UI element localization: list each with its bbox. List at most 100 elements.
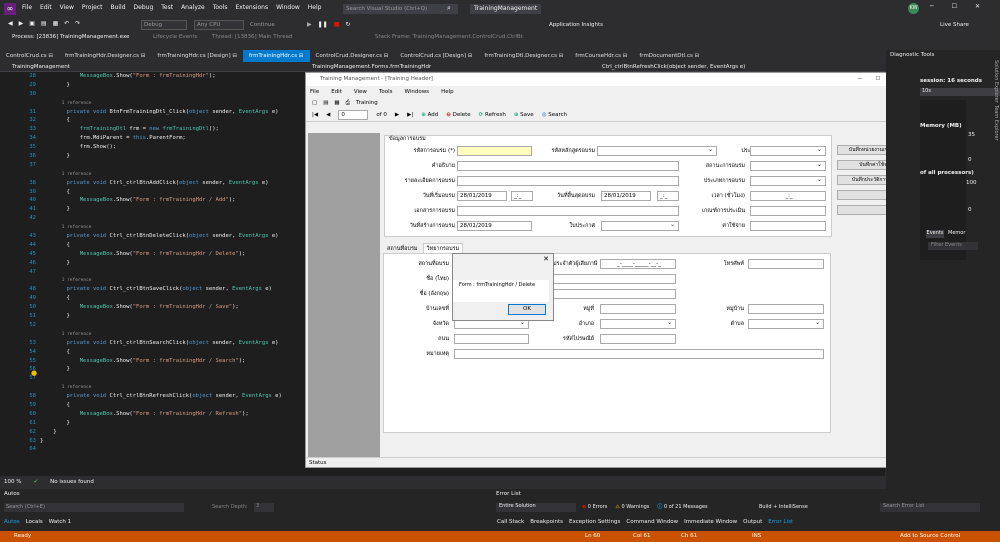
- platform-dropdown[interactable]: Any CPU: [194, 20, 244, 30]
- stop-icon[interactable]: ■: [334, 21, 340, 28]
- tool-tab[interactable]: Output: [743, 519, 762, 525]
- forward-icon[interactable]: ▶: [19, 20, 24, 27]
- config-dropdown[interactable]: Debug: [141, 20, 187, 30]
- menu-item-build[interactable]: Build: [110, 4, 125, 11]
- create-date-picker[interactable]: 28/01/2019: [457, 221, 532, 231]
- tool-tab[interactable]: Error List: [768, 519, 793, 525]
- search-depth-select[interactable]: 3: [254, 503, 274, 512]
- status-select[interactable]: [750, 161, 826, 171]
- refresh-button[interactable]: ⟳ Refresh: [479, 112, 506, 118]
- village-input[interactable]: [748, 304, 824, 314]
- search-button[interactable]: ◎ Search: [542, 112, 567, 118]
- solution-explorer-tab[interactable]: Solution Explorer: [989, 60, 999, 103]
- course-code-input[interactable]: [457, 146, 532, 156]
- document-tab[interactable]: frmCourseHdr.cs ⊟: [569, 50, 633, 62]
- process-selector[interactable]: Process: [23836] TrainingManagement.exe: [12, 34, 129, 40]
- start-date-picker[interactable]: 28/01/2019: [457, 191, 507, 201]
- app-menu-edit[interactable]: Edit: [331, 89, 342, 95]
- record-position[interactable]: 0: [338, 110, 369, 120]
- autos-search-input[interactable]: Search (Ctrl+E): [4, 503, 184, 512]
- ok-button[interactable]: OK: [508, 304, 546, 315]
- maximize-icon[interactable]: ☐: [952, 3, 957, 10]
- print-icon[interactable]: ⎙: [346, 100, 350, 107]
- app-menu-help[interactable]: Help: [441, 89, 454, 95]
- road-input[interactable]: [454, 334, 529, 344]
- start-time-input[interactable]: _:_: [511, 191, 533, 201]
- menu-item-tools[interactable]: Tools: [213, 4, 228, 11]
- end-date-picker[interactable]: 28/01/2019: [601, 191, 651, 201]
- menu-item-file[interactable]: File: [22, 4, 32, 11]
- search-icon[interactable]: ⌕: [447, 4, 451, 13]
- messages-filter[interactable]: ⓘ 0 of 21 Messages: [657, 503, 707, 510]
- project-nav[interactable]: TrainingManagement: [12, 64, 70, 70]
- document-tab[interactable]: frmTrainingHdr.cs [Design] ⊟: [151, 50, 243, 62]
- close-icon[interactable]: ✕: [975, 3, 980, 10]
- document-tab[interactable]: frmTrainingHdr.Designer.cs ⊟: [59, 50, 151, 62]
- break-all-icon[interactable]: ❚❚: [318, 21, 328, 28]
- tool-tab[interactable]: Call Stack: [497, 519, 524, 525]
- district-select[interactable]: [600, 319, 676, 329]
- scope-select[interactable]: Entire Solution: [496, 503, 576, 512]
- menu-item-analyze[interactable]: Analyze: [181, 4, 205, 11]
- autos-tab[interactable]: Locals: [26, 519, 43, 525]
- tool-tab[interactable]: Exception Settings: [569, 519, 620, 525]
- document-tab[interactable]: ControlCrud.cs [Design] ⊟: [394, 50, 478, 62]
- cost-input[interactable]: [750, 221, 826, 231]
- open-icon[interactable]: ▤: [41, 20, 47, 27]
- document-tab[interactable]: ControlCrud.Designer.cs ⊟: [310, 50, 395, 62]
- save-disk-icon[interactable]: ▦: [334, 100, 339, 106]
- new-project-icon[interactable]: ▣: [29, 20, 35, 27]
- hours-input[interactable]: _:_: [750, 191, 826, 201]
- dialog-close-icon[interactable]: ✕: [543, 255, 549, 263]
- issues-status[interactable]: No issues found: [50, 479, 94, 485]
- autos-tab[interactable]: Watch 1: [49, 519, 71, 525]
- undo-icon[interactable]: ↶: [64, 20, 69, 27]
- team-explorer-tab[interactable]: Team Explorer: [989, 105, 999, 141]
- tax-id-input[interactable]: _-____-_____-__-_: [600, 259, 676, 269]
- last-record-icon[interactable]: ▶|: [407, 112, 413, 118]
- app-menu-file[interactable]: File: [310, 89, 319, 95]
- tab-memory[interactable]: Memor: [948, 230, 965, 236]
- app-insights-button[interactable]: Application Insights: [549, 22, 603, 28]
- first-record-icon[interactable]: |◀: [312, 112, 318, 118]
- tab-events[interactable]: Events: [926, 230, 944, 238]
- phone-input[interactable]: [748, 259, 824, 269]
- source-control-button[interactable]: Add to Source Control: [900, 533, 960, 539]
- menu-item-view[interactable]: View: [60, 4, 74, 11]
- build-filter[interactable]: Build + IntelliSense: [759, 504, 808, 510]
- search-input[interactable]: Search Visual Studio (Ctrl+Q): [343, 4, 458, 14]
- back-icon[interactable]: ◀: [8, 20, 13, 27]
- save-icon[interactable]: ▦: [53, 20, 59, 27]
- menu-item-window[interactable]: Window: [276, 4, 300, 11]
- continue-button[interactable]: Continue: [250, 22, 275, 28]
- document-input[interactable]: [457, 206, 679, 216]
- app-menu-view[interactable]: View: [354, 89, 367, 95]
- save-button[interactable]: ⊕ Save: [514, 112, 534, 118]
- note-input[interactable]: [454, 349, 824, 359]
- document-tab[interactable]: frmDocumentDtl.cs ⊟: [633, 50, 705, 62]
- thread-selector[interactable]: Thread: [13836] Main Thread: [212, 34, 292, 40]
- errorlist-search-input[interactable]: Search Error List: [880, 503, 980, 512]
- course-type-select[interactable]: [750, 146, 826, 156]
- train-type-select[interactable]: [750, 176, 826, 186]
- timeline[interactable]: 10s: [920, 88, 1000, 96]
- menu-item-extensions[interactable]: Extensions: [236, 4, 269, 11]
- tool-tab[interactable]: Command Window: [626, 519, 678, 525]
- app-menu-windows[interactable]: Windows: [405, 89, 430, 95]
- detail-input[interactable]: [457, 176, 679, 186]
- avatar[interactable]: KW: [908, 3, 919, 14]
- document-tab[interactable]: ControlCrud.cs ⊟: [0, 50, 59, 62]
- tool-tab[interactable]: Immediate Window: [684, 519, 737, 525]
- end-time-input[interactable]: _:_: [657, 191, 679, 201]
- minimize-icon[interactable]: ─: [930, 3, 934, 10]
- continue-icon[interactable]: ▶: [307, 21, 312, 28]
- menu-item-project[interactable]: Project: [82, 4, 103, 11]
- open-folder-icon[interactable]: ▤: [323, 100, 328, 106]
- warnings-filter[interactable]: ⚠ 0 Warnings: [615, 504, 649, 510]
- postcode-input[interactable]: [600, 334, 676, 344]
- app-menu-tools[interactable]: Tools: [379, 89, 393, 95]
- zoom-level[interactable]: 100 %: [4, 479, 21, 485]
- next-record-icon[interactable]: ▶: [395, 112, 399, 118]
- stack-frame-selector[interactable]: Stack Frame: TrainingManagement.ControlC…: [375, 34, 523, 40]
- lightbulb-icon[interactable]: ●: [31, 369, 37, 377]
